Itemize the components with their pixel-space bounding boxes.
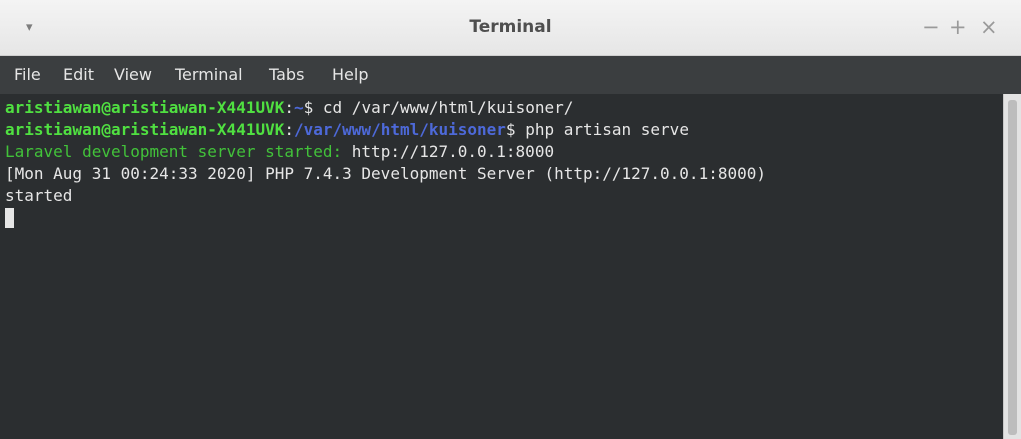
terminal-output[interactable]: aristiawan@aristiawan-X441UVK:~$ cd /var… xyxy=(0,94,1003,439)
terminal-line xyxy=(5,207,1003,229)
title-bar[interactable]: ▾ Terminal − + × xyxy=(0,0,1021,56)
menu-edit[interactable]: Edit xyxy=(63,65,94,84)
terminal-line: aristiawan@aristiawan-X441UVK:/var/www/h… xyxy=(5,119,1003,141)
menu-bar: File Edit View Terminal Tabs Help xyxy=(0,56,1021,94)
terminal-line: Laravel development server started: http… xyxy=(5,141,1003,163)
menu-file[interactable]: File xyxy=(14,65,41,84)
text-cursor xyxy=(5,208,14,228)
prompt-user-host: aristiawan@aristiawan-X441UVK xyxy=(5,120,285,139)
close-icon[interactable]: × xyxy=(980,15,998,39)
server-url: http://127.0.0.1:8000 xyxy=(342,142,555,161)
prompt-separator: : xyxy=(284,98,294,117)
vertical-scrollbar[interactable] xyxy=(1003,94,1021,439)
prompt-path: /var/www/html/kuisoner xyxy=(294,120,506,139)
server-started-label: Laravel development server started: xyxy=(5,142,343,161)
command-text: $ php artisan serve xyxy=(505,120,689,139)
menu-terminal[interactable]: Terminal xyxy=(175,65,243,84)
terminal-line: started xyxy=(5,185,1003,207)
server-log-text: [Mon Aug 31 00:24:33 2020] PHP 7.4.3 Dev… xyxy=(5,164,766,183)
command-text: $ cd /var/www/html/kuisoner/ xyxy=(303,98,574,117)
window-title: Terminal xyxy=(469,17,552,37)
menu-help[interactable]: Help xyxy=(332,65,368,84)
prompt-separator: : xyxy=(284,120,294,139)
menu-view[interactable]: View xyxy=(114,65,152,84)
terminal-line: aristiawan@aristiawan-X441UVK:~$ cd /var… xyxy=(5,97,1003,119)
maximize-icon[interactable]: + xyxy=(949,15,967,39)
server-log-continuation: started xyxy=(5,186,73,205)
terminal-line: [Mon Aug 31 00:24:33 2020] PHP 7.4.3 Dev… xyxy=(5,163,1003,185)
scrollbar-thumb[interactable] xyxy=(1008,100,1017,435)
menu-tabs[interactable]: Tabs xyxy=(269,65,304,84)
minimize-icon[interactable]: − xyxy=(922,15,940,39)
terminal-window: ▾ Terminal − + × File Edit View Terminal… xyxy=(0,0,1021,439)
prompt-path: ~ xyxy=(294,98,304,117)
prompt-user-host: aristiawan@aristiawan-X441UVK xyxy=(5,98,285,117)
